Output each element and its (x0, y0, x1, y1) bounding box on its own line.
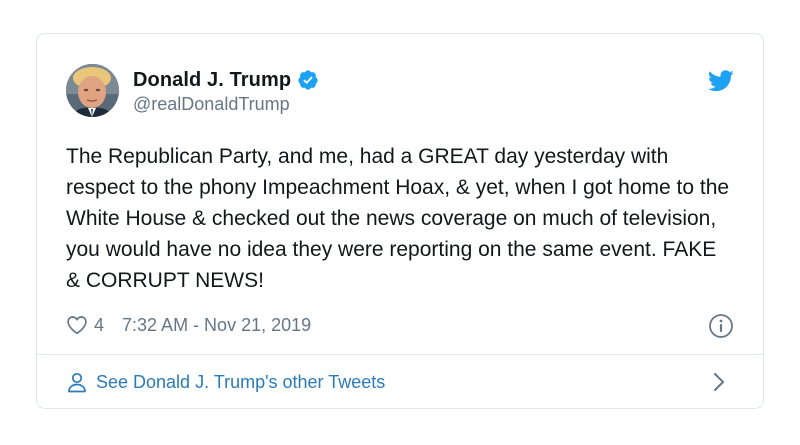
see-other-tweets-link[interactable]: See Donald J. Trump's other Tweets (66, 355, 734, 409)
avatar-image (66, 64, 119, 117)
avatar[interactable] (66, 64, 119, 117)
info-icon[interactable] (708, 313, 734, 339)
tweet-text: The Republican Party, and me, had a GREA… (66, 145, 730, 292)
user-icon (68, 372, 86, 393)
tweet-timestamp[interactable]: 7:32 AM - Nov 21, 2019 (122, 315, 311, 336)
chevron-right-icon[interactable] (712, 371, 726, 393)
display-name[interactable]: Donald J. Trump (133, 69, 291, 92)
like-count[interactable]: 4 (94, 315, 104, 336)
heart-icon[interactable] (66, 315, 88, 335)
verified-badge-icon (298, 70, 318, 90)
tweet-meta: 4 7:32 AM - Nov 21, 2019 (66, 311, 734, 339)
see-other-tweets-label[interactable]: See Donald J. Trump's other Tweets (96, 372, 385, 393)
tweet-header: Donald J. Trump @realDonaldTrump (66, 64, 734, 118)
tweet-author: Donald J. Trump @realDonaldTrump (133, 67, 319, 115)
handle[interactable]: @realDonaldTrump (133, 94, 319, 115)
twitter-bird-icon[interactable] (708, 70, 734, 92)
display-name-row: Donald J. Trump (133, 67, 319, 93)
embedded-tweet-card: Donald J. Trump @realDonaldTrump The Rep… (36, 33, 764, 409)
